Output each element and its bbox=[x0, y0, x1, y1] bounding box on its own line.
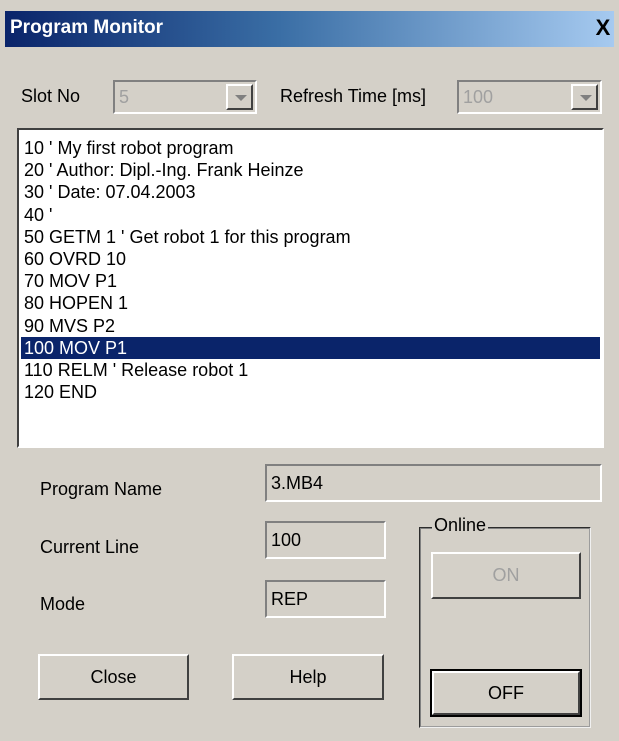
program-line[interactable]: 20 ' Author: Dipl.-Ing. Frank Heinze bbox=[21, 159, 600, 181]
mode-value: REP bbox=[271, 589, 309, 609]
title-bar: Program Monitor X bbox=[5, 11, 614, 47]
mode-label: Mode bbox=[40, 594, 86, 614]
current-line-value: 100 bbox=[271, 530, 302, 550]
refresh-value: 100 bbox=[463, 87, 494, 107]
online-on-button[interactable]: ON bbox=[431, 552, 581, 599]
program-line[interactable]: 10 ' My first robot program bbox=[21, 137, 600, 159]
online-off-label: OFF bbox=[488, 683, 524, 703]
online-on-label: ON bbox=[492, 565, 520, 585]
program-name-value: 3.MB4 bbox=[271, 473, 324, 493]
program-monitor-dialog: Program Monitor X Slot No 5 Refresh Time… bbox=[0, 0, 619, 741]
online-off-button[interactable]: OFF bbox=[430, 669, 582, 717]
current-line-field: 100 bbox=[265, 521, 386, 559]
refresh-select[interactable]: 100 bbox=[457, 80, 602, 114]
online-group-label: Online bbox=[432, 515, 489, 536]
program-line[interactable]: 50 GETM 1 ' Get robot 1 for this program bbox=[21, 226, 600, 248]
program-line[interactable]: 110 RELM ' Release robot 1 bbox=[21, 359, 600, 381]
slot-select[interactable]: 5 bbox=[113, 80, 257, 114]
close-button[interactable]: Close bbox=[38, 654, 189, 700]
program-name-field: 3.MB4 bbox=[265, 464, 602, 502]
help-button[interactable]: Help bbox=[232, 654, 384, 700]
slot-dropdown-arrow-icon[interactable] bbox=[226, 84, 253, 110]
program-line[interactable]: 40 ' bbox=[21, 204, 600, 226]
program-line[interactable]: 60 OVRD 10 bbox=[21, 248, 600, 270]
program-line[interactable]: 80 HOPEN 1 bbox=[21, 292, 600, 314]
window-title: Program Monitor bbox=[10, 17, 164, 38]
slot-value: 5 bbox=[119, 87, 130, 107]
program-line[interactable]: 90 MVS P2 bbox=[21, 315, 600, 337]
close-window-icon[interactable]: X bbox=[592, 17, 614, 39]
refresh-dropdown-arrow-icon[interactable] bbox=[571, 84, 598, 110]
refresh-label: Refresh Time [ms] bbox=[280, 86, 427, 106]
program-name-label: Program Name bbox=[40, 479, 163, 499]
program-lines: 10 ' My first robot program 20 ' Author: … bbox=[21, 137, 600, 403]
program-line[interactable]: 120 END bbox=[21, 381, 600, 403]
mode-field: REP bbox=[265, 580, 386, 618]
close-button-label: Close bbox=[90, 667, 137, 687]
program-listbox[interactable]: 10 ' My first robot program 20 ' Author: … bbox=[17, 128, 604, 448]
program-line[interactable]: 30 ' Date: 07.04.2003 bbox=[21, 181, 600, 203]
program-line[interactable]: 100 MOV P1 bbox=[21, 336, 600, 359]
help-button-label: Help bbox=[289, 667, 327, 687]
slot-label: Slot No bbox=[21, 86, 81, 106]
program-line[interactable]: 70 MOV P1 bbox=[21, 270, 600, 292]
current-line-label: Current Line bbox=[40, 537, 140, 557]
